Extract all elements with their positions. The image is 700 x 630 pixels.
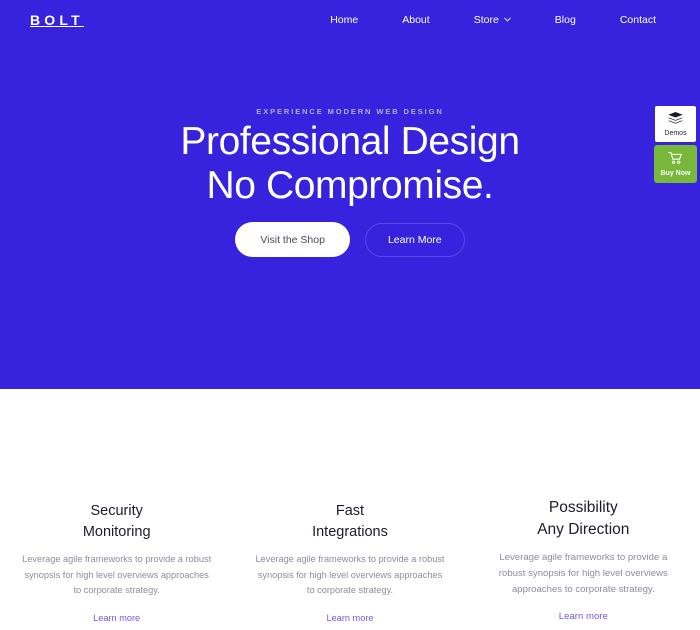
feature-card-learn-more-link[interactable]: Learn more: [559, 610, 608, 624]
nav-links: Home About Store Blog Contact: [308, 13, 678, 28]
landing-page: BOLT Home About Store Blog Contact EXPER…: [0, 0, 700, 630]
nav-item-store-label: Store: [473, 14, 499, 26]
hero-headline: Professional Design No Compromise.: [0, 120, 700, 208]
nav-item-about[interactable]: About: [380, 13, 451, 28]
feature-card-possibility-any-direction: Possibility Any Direction Leverage agile…: [467, 497, 700, 624]
nav-item-store[interactable]: Store: [452, 13, 533, 28]
navigation-bar: BOLT Home About Store Blog Contact: [0, 0, 700, 42]
visit-the-shop-button[interactable]: Visit the Shop: [235, 222, 350, 257]
site-logo[interactable]: BOLT: [30, 12, 84, 29]
demos-widget[interactable]: Demos: [654, 105, 697, 143]
feature-card-body: Leverage agile frameworks to provide a r…: [255, 554, 445, 595]
nav-item-contact[interactable]: Contact: [598, 13, 678, 28]
hero-section: BOLT Home About Store Blog Contact EXPER…: [0, 0, 700, 389]
layers-icon: [667, 111, 684, 127]
feature-card-learn-more-link[interactable]: Learn more: [327, 611, 374, 625]
hero-buttons: Visit the Shop Learn More: [0, 222, 700, 257]
feature-cards: Security Monitoring Leverage agile frame…: [0, 499, 700, 626]
feature-card-title: Possibility Any Direction: [537, 499, 630, 538]
floating-side-widgets: Demos Buy Now: [654, 105, 697, 183]
feature-card-title: Security Monitoring: [82, 503, 151, 540]
feature-card-learn-more-link[interactable]: Learn more: [93, 611, 140, 625]
nav-item-home-label: Home: [330, 14, 359, 26]
nav-item-home[interactable]: Home: [308, 13, 380, 28]
shopping-cart-icon: [668, 151, 683, 167]
nav-item-about-label: About: [402, 14, 430, 26]
demos-widget-label: Demos: [664, 129, 687, 137]
chevron-down-icon: [504, 16, 511, 23]
nav-item-blog-label: Blog: [554, 14, 576, 26]
feature-card-title: Fast Integrations: [312, 503, 388, 540]
features-section: Security Monitoring Leverage agile frame…: [0, 389, 700, 630]
feature-card-fast-integrations: Fast Integrations Leverage agile framewo…: [233, 501, 466, 626]
learn-more-button[interactable]: Learn More: [364, 222, 465, 257]
nav-item-contact-label: Contact: [619, 14, 656, 26]
hero-eyebrow: EXPERIENCE MODERN WEB DESIGN: [256, 107, 444, 116]
buy-now-widget-label: Buy Now: [660, 169, 691, 177]
hero-headline-line-2: No Compromise.: [206, 164, 494, 207]
nav-item-blog[interactable]: Blog: [533, 13, 598, 28]
feature-card-security-monitoring: Security Monitoring Leverage agile frame…: [0, 501, 233, 626]
feature-card-body: Leverage agile frameworks to provide a r…: [22, 554, 212, 595]
feature-card-body: Leverage agile frameworks to provide a r…: [498, 552, 668, 595]
hero-headline-line-1: Professional Design: [180, 120, 520, 163]
buy-now-widget[interactable]: Buy Now: [654, 145, 697, 183]
